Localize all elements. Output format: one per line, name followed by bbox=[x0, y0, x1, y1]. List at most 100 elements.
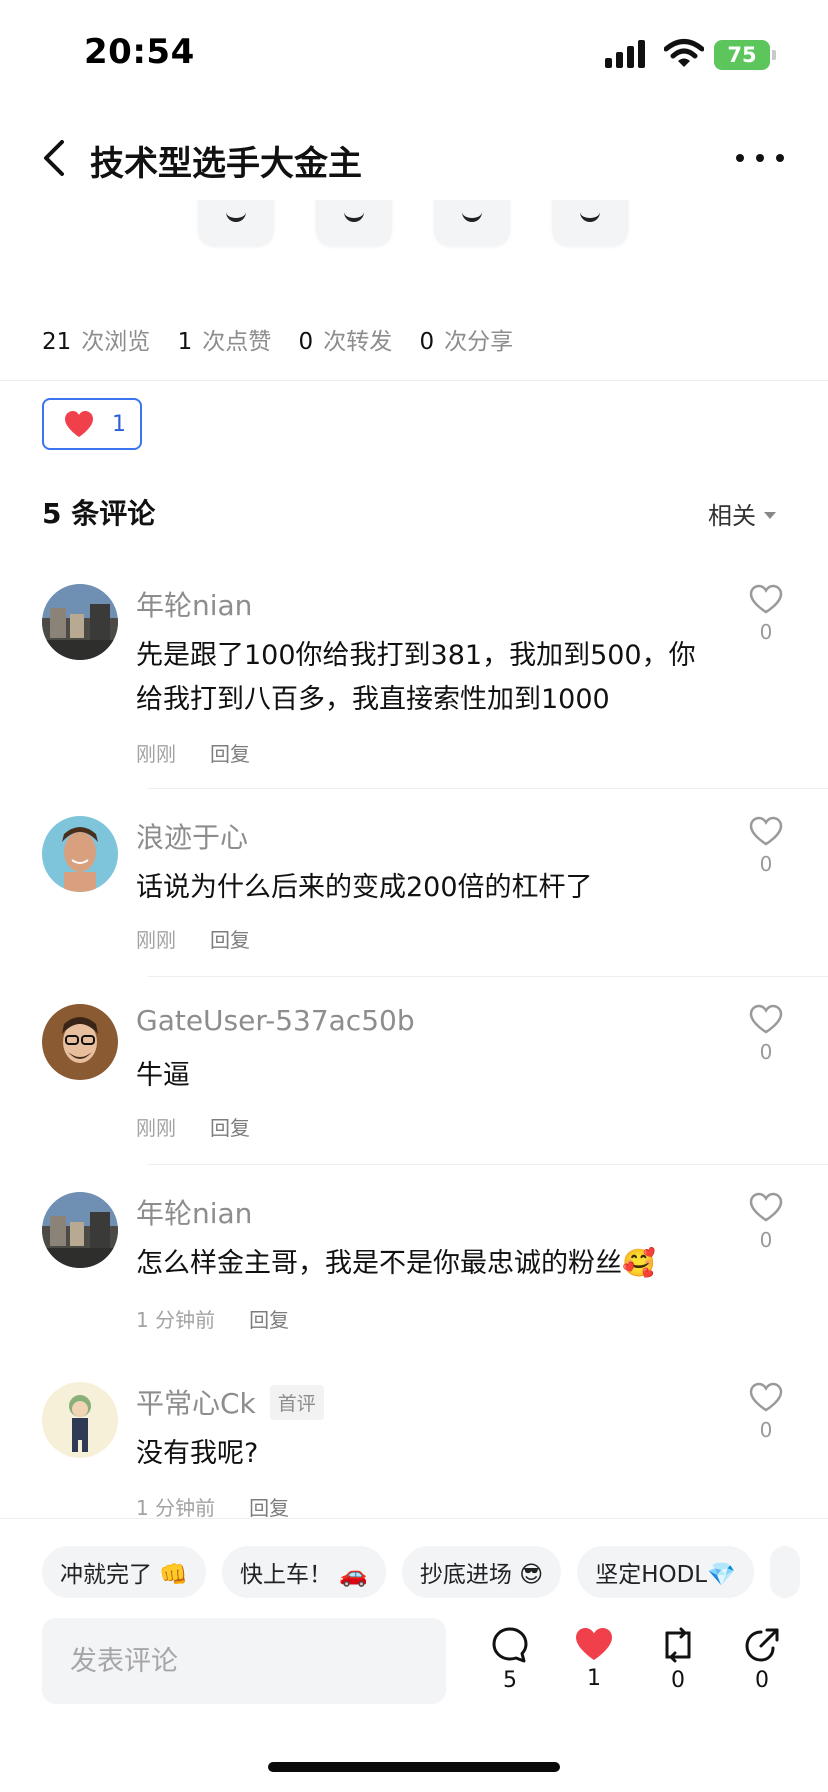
back-arrow-icon[interactable] bbox=[40, 138, 68, 178]
comment-like-count: 0 bbox=[759, 1228, 773, 1252]
heart-outline-icon bbox=[749, 1004, 783, 1034]
comment-like-count: 0 bbox=[759, 1040, 773, 1064]
divider bbox=[0, 1518, 828, 1519]
comment-like-button[interactable]: 0 bbox=[744, 1382, 788, 1454]
heart-outline-icon bbox=[749, 584, 783, 614]
comment-item: GateUser-537ac50b 牛逼 刚刚 回复 0 bbox=[0, 1004, 828, 1154]
quick-reply-chip[interactable]: 坚定HODL💎 bbox=[577, 1546, 754, 1598]
status-bar: 20:54 75 bbox=[0, 0, 828, 110]
sort-label: 相关 bbox=[708, 502, 756, 530]
divider bbox=[148, 1164, 828, 1165]
avatar[interactable] bbox=[42, 1382, 118, 1458]
divider bbox=[0, 380, 828, 381]
heart-filled-icon bbox=[576, 1628, 612, 1660]
comment-text: 话说为什么后来的变成200倍的杠杆了 bbox=[136, 872, 593, 903]
heart-outline-icon bbox=[749, 1192, 783, 1222]
comment-meta: 刚刚 回复 bbox=[136, 924, 250, 953]
page-title: 技术型选手大金主 bbox=[90, 144, 362, 184]
repost-action-button[interactable]: 0 bbox=[648, 1626, 708, 1696]
quick-reply-chip[interactable] bbox=[769, 1546, 800, 1598]
avatar[interactable] bbox=[42, 816, 118, 892]
share-arrow-icon bbox=[745, 1628, 779, 1662]
comment-username[interactable]: 浪迹于心 bbox=[136, 816, 248, 856]
top-nav-bar: 技术型选手大金主 bbox=[0, 118, 828, 200]
reply-button[interactable]: 回复 bbox=[210, 928, 250, 952]
reaction-count: 1 bbox=[112, 411, 126, 437]
comment-item: 年轮nian 怎么样金主哥，我是不是你最忠诚的粉丝🥰 1 分钟前 回复 0 bbox=[0, 1192, 828, 1342]
comment-time: 刚刚 bbox=[136, 928, 176, 952]
like-action-count: 1 bbox=[587, 1666, 601, 1691]
more-options-icon[interactable] bbox=[736, 140, 784, 176]
comment-username[interactable]: 平常心Ck 首评 bbox=[136, 1382, 324, 1422]
heart-outline-icon bbox=[749, 1382, 783, 1412]
quick-reply-chips: 冲就完了 👊 快上车！ 🚗 抄底进场 😎 坚定HODL💎 bbox=[42, 1546, 800, 1598]
quick-reply-chip[interactable]: 快上车！ 🚗 bbox=[221, 1546, 386, 1598]
comments-count-title: 5 条评论 bbox=[42, 497, 156, 530]
repost-action-count: 0 bbox=[671, 1668, 685, 1693]
shares-label: 次分享 bbox=[444, 329, 514, 355]
comment-item: 平常心Ck 首评 没有我呢? 1 分钟前 回复 0 bbox=[0, 1382, 828, 1520]
cellular-signal-icon bbox=[605, 40, 645, 68]
share-option-3-button[interactable] bbox=[434, 200, 510, 246]
comment-username[interactable]: 年轮nian bbox=[136, 584, 252, 624]
comment-like-count: 0 bbox=[759, 1418, 773, 1442]
share-action-count: 0 bbox=[755, 1668, 769, 1693]
avatar[interactable] bbox=[42, 584, 118, 660]
battery-level: 75 bbox=[727, 43, 757, 67]
comment-like-button[interactable]: 0 bbox=[744, 1192, 788, 1264]
comment-time: 刚刚 bbox=[136, 1116, 176, 1140]
wifi-icon bbox=[664, 39, 704, 67]
share-options-strip bbox=[0, 200, 828, 250]
comment-meta: 1 分钟前 回复 bbox=[136, 1492, 289, 1521]
status-time: 20:54 bbox=[84, 32, 195, 72]
quick-reply-chip[interactable]: 抄底进场 😎 bbox=[401, 1546, 562, 1598]
comment-meta: 1 分钟前 回复 bbox=[136, 1304, 289, 1333]
reply-button[interactable]: 回复 bbox=[249, 1308, 289, 1332]
repost-icon bbox=[665, 1627, 691, 1663]
comment-item: 浪迹于心 话说为什么后来的变成200倍的杠杆了 刚刚 回复 0 bbox=[0, 816, 828, 966]
home-indicator[interactable] bbox=[268, 1762, 560, 1772]
battery-icon: 75 bbox=[714, 40, 776, 70]
reaction-like-button[interactable]: 1 bbox=[42, 398, 142, 450]
reply-button[interactable]: 回复 bbox=[210, 742, 250, 766]
comments-action-count: 5 bbox=[503, 1668, 517, 1693]
comment-like-count: 0 bbox=[759, 852, 773, 876]
comment-like-button[interactable]: 0 bbox=[744, 1004, 788, 1076]
comment-like-button[interactable]: 0 bbox=[744, 584, 788, 656]
comment-time: 1 分钟前 bbox=[136, 1308, 216, 1332]
heart-outline-icon bbox=[749, 816, 783, 846]
comment-input[interactable] bbox=[42, 1618, 446, 1704]
divider bbox=[148, 788, 828, 789]
comment-username[interactable]: 年轮nian bbox=[136, 1192, 252, 1232]
divider bbox=[148, 976, 828, 977]
reply-button[interactable]: 回复 bbox=[249, 1496, 289, 1520]
share-option-2-button[interactable] bbox=[316, 200, 392, 246]
likes-label: 次点赞 bbox=[202, 329, 272, 355]
heart-icon bbox=[65, 411, 93, 437]
comment-username[interactable]: GateUser-537ac50b bbox=[136, 1004, 415, 1037]
share-action-button[interactable]: 0 bbox=[732, 1626, 792, 1696]
comment-meta: 刚刚 回复 bbox=[136, 738, 250, 767]
caret-down-icon bbox=[764, 512, 776, 519]
avatar[interactable] bbox=[42, 1192, 118, 1268]
post-stats: 21 次浏览 1 次点赞 0 次转发 0 次分享 bbox=[42, 322, 533, 356]
views-label: 次浏览 bbox=[81, 329, 151, 355]
reposts-label: 次转发 bbox=[323, 329, 393, 355]
shares-count: 0 bbox=[419, 329, 435, 355]
comment-sort-dropdown[interactable]: 相关 bbox=[708, 496, 776, 531]
comment-meta: 刚刚 回复 bbox=[136, 1112, 250, 1141]
comment-text: 牛逼 bbox=[136, 1060, 190, 1091]
quick-reply-chip[interactable]: 冲就完了 👊 bbox=[42, 1546, 206, 1598]
comment-bubble-icon bbox=[492, 1627, 528, 1663]
share-option-4-button[interactable] bbox=[552, 200, 628, 246]
comment-text: 怎么样金主哥，我是不是你最忠诚的粉丝🥰 bbox=[136, 1248, 656, 1279]
comment-like-button[interactable]: 0 bbox=[744, 816, 788, 888]
like-action-button[interactable]: 1 bbox=[564, 1626, 624, 1696]
reply-button[interactable]: 回复 bbox=[210, 1116, 250, 1140]
avatar[interactable] bbox=[42, 1004, 118, 1080]
share-option-1-button[interactable] bbox=[198, 200, 274, 246]
reposts-count: 0 bbox=[298, 329, 314, 355]
first-comment-badge: 首评 bbox=[269, 1384, 324, 1420]
comment-text: 先是跟了100你给我打到381，我加到500，你给我打到八百多，我直接索性加到1… bbox=[136, 640, 696, 715]
comments-action-button[interactable]: 5 bbox=[480, 1626, 540, 1696]
